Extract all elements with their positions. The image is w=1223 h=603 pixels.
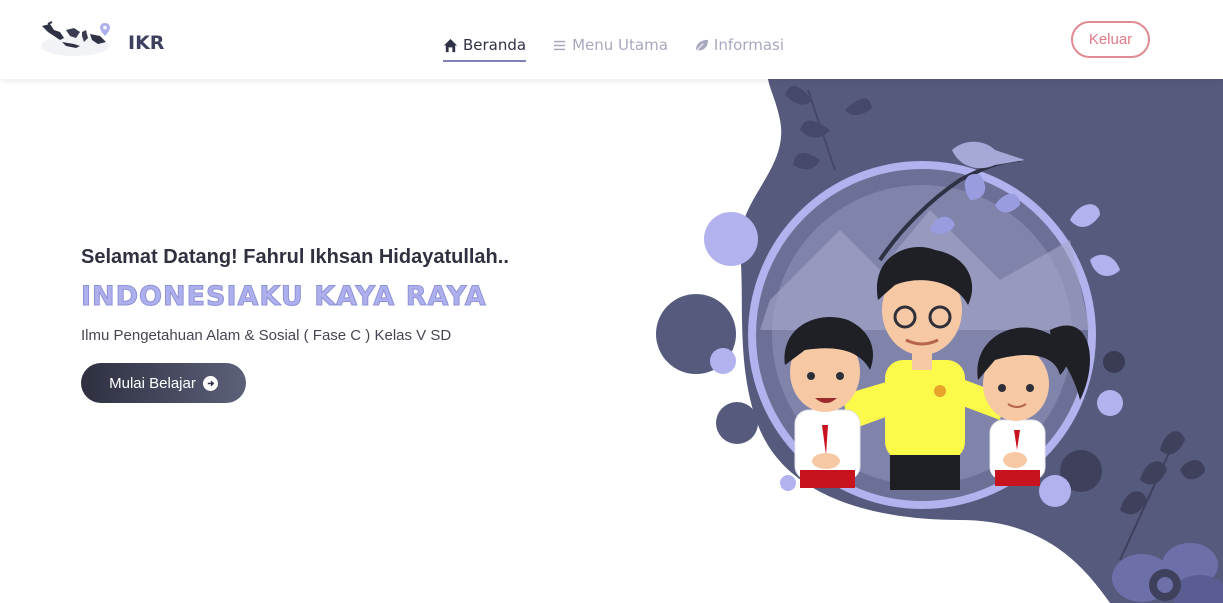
deco-circle: [716, 402, 758, 444]
brand-name: IKR: [128, 32, 165, 54]
nav-item-informasi[interactable]: Informasi: [694, 28, 784, 62]
brand-logo[interactable]: IKR: [40, 20, 164, 60]
start-learning-button[interactable]: Mulai Belajar: [81, 363, 246, 403]
nav-item-menu-utama[interactable]: Menu Utama: [552, 28, 668, 62]
hero-subtitle: Ilmu Pengetahuan Alam & Sosial ( Fase C …: [81, 327, 452, 344]
main-nav: Beranda Menu Utama Informasi: [443, 28, 810, 62]
arrow-right-circle-icon: [202, 375, 218, 391]
deco-circle: [1097, 390, 1123, 416]
menu-icon: [552, 38, 567, 53]
hero-title: INDONESIAKU KAYA RAYA: [81, 281, 487, 313]
nav-item-label: Menu Utama: [572, 36, 668, 54]
deco-circle: [1039, 475, 1071, 507]
teacher-figure: [876, 247, 973, 490]
deco-circle: [710, 348, 736, 374]
deco-circle: [1103, 351, 1125, 373]
nav-item-label: Informasi: [713, 36, 784, 54]
nav-item-label: Beranda: [463, 36, 527, 54]
navbar: IKR Beranda Menu Utama Informasi Keluar: [0, 0, 1223, 79]
home-icon: [443, 38, 458, 53]
welcome-greeting: Selamat Datang! Fahrul Ikhsan Hidayatull…: [81, 246, 509, 268]
logout-button[interactable]: Keluar: [1071, 21, 1150, 58]
deco-circle: [780, 475, 796, 491]
deco-circle: [704, 212, 758, 266]
hero-illustration: [656, 79, 1223, 603]
start-learning-label: Mulai Belajar: [109, 374, 196, 392]
location-pin-icon: [100, 23, 110, 36]
leaf-icon: [694, 38, 709, 53]
nav-item-beranda[interactable]: Beranda: [443, 28, 527, 62]
